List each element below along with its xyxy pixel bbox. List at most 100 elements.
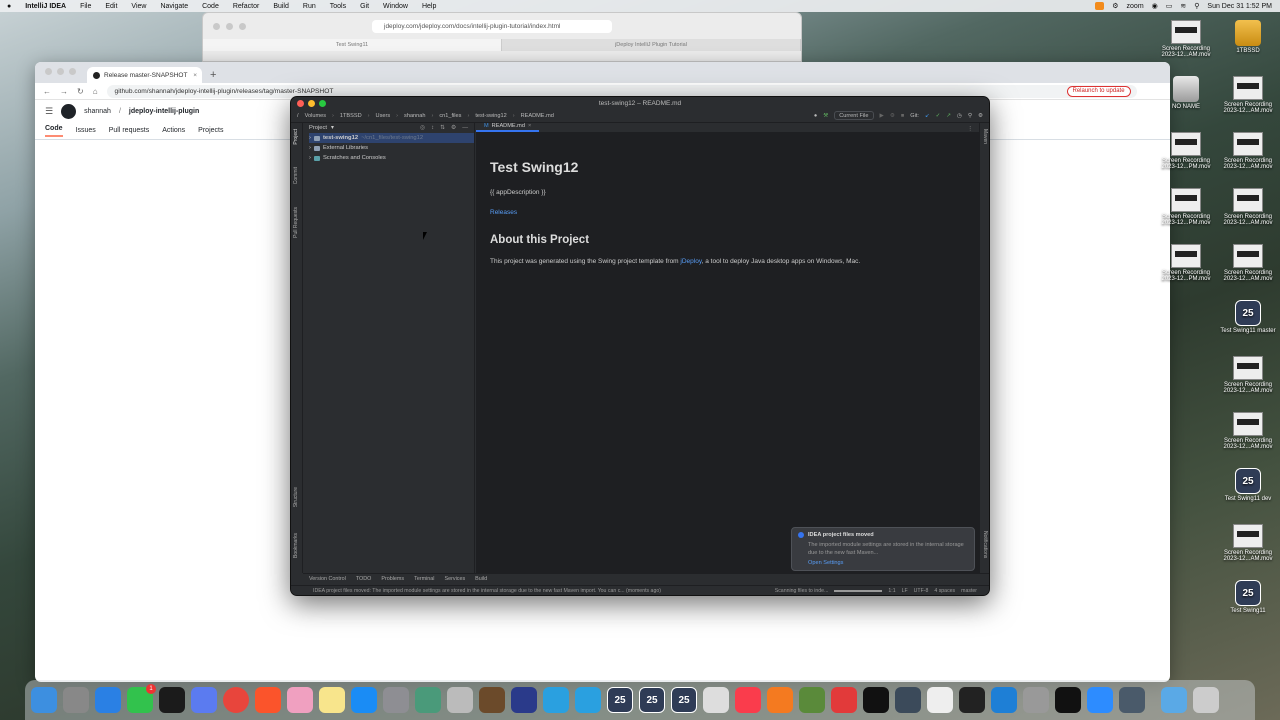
desktop-item[interactable]: Screen Recording 2023-12...AM.mov: [1216, 132, 1280, 170]
app-store-icon[interactable]: [351, 687, 377, 713]
breadcrumb-root[interactable]: /: [297, 113, 299, 119]
desktop-item[interactable]: Screen Recording 2023-12...AM.mov: [1154, 20, 1218, 58]
menu-tools[interactable]: Tools: [323, 3, 353, 10]
line-separator[interactable]: LF: [902, 588, 908, 594]
back-icon[interactable]: ←: [43, 87, 51, 96]
zoom-icon[interactable]: [1087, 687, 1113, 713]
chrome-tab[interactable]: Release master-SNAPSHOT ×: [87, 67, 202, 83]
calendar-app-icon[interactable]: 25: [607, 687, 633, 713]
tree-item-scratches[interactable]: › Scratches and Consoles: [309, 153, 474, 163]
editor-tab-readme[interactable]: M README.md ×: [476, 122, 540, 132]
desktop-item[interactable]: 25 Test Swing11 dev: [1216, 468, 1280, 502]
signal-icon[interactable]: [191, 687, 217, 713]
collapse-all-icon[interactable]: ⇅: [440, 125, 445, 131]
home-icon[interactable]: ⌂: [93, 87, 98, 96]
app-icon[interactable]: [959, 687, 985, 713]
app-icon[interactable]: [479, 687, 505, 713]
app-icon[interactable]: [415, 687, 441, 713]
app-icon[interactable]: [511, 687, 537, 713]
breadcrumb-1tbssd[interactable]: 1TBSSD: [340, 113, 362, 119]
tool-bookmarks[interactable]: Bookmarks: [293, 533, 299, 558]
app-icon[interactable]: [1119, 687, 1145, 713]
gh-owner-link[interactable]: shannah: [84, 108, 111, 115]
safari-tab-2[interactable]: jDeploy IntelliJ Plugin Tutorial: [502, 39, 801, 51]
music-icon[interactable]: [735, 687, 761, 713]
run-config-select[interactable]: Current File: [834, 111, 874, 120]
chrome-icon[interactable]: [223, 687, 249, 713]
desktop-item[interactable]: 25 Test Swing11: [1216, 580, 1280, 614]
safari-tab-1[interactable]: Test Swing11: [203, 39, 502, 51]
menu-code[interactable]: Code: [195, 3, 226, 10]
more-icon[interactable]: ⋮: [959, 126, 981, 132]
desktop-item[interactable]: Screen Recording 2023-12...PM.mov: [1154, 188, 1218, 226]
wifi-icon[interactable]: ≋: [1180, 2, 1186, 10]
safari-icon[interactable]: [95, 687, 121, 713]
zoom-status[interactable]: zoom: [1127, 3, 1144, 10]
open-settings-link[interactable]: Open Settings: [808, 560, 968, 566]
app-icon[interactable]: [831, 687, 857, 713]
git-update-icon[interactable]: ↙: [925, 113, 930, 119]
textedit-icon[interactable]: [927, 687, 953, 713]
brave-icon[interactable]: [255, 687, 281, 713]
stop-icon[interactable]: ■: [901, 113, 904, 119]
file-encoding[interactable]: UTF-8: [914, 588, 929, 594]
app-icon[interactable]: [895, 687, 921, 713]
breadcrumb-file[interactable]: README.md: [521, 113, 554, 119]
search-icon[interactable]: ⚲: [1194, 2, 1199, 10]
system-settings-icon[interactable]: [383, 687, 409, 713]
app-icon[interactable]: [1023, 687, 1049, 713]
gh-tab-pull-requests[interactable]: Pull requests: [109, 127, 149, 134]
breadcrumb-shannah[interactable]: shannah: [404, 113, 425, 119]
new-tab-button[interactable]: +: [210, 67, 216, 83]
locate-icon[interactable]: ◎: [420, 125, 425, 131]
tool-services[interactable]: Services: [445, 576, 466, 582]
tool-pull-requests[interactable]: Pull Requests: [293, 207, 299, 238]
status-app-icon[interactable]: [1095, 2, 1105, 10]
safari-address-bar[interactable]: jdeploy.com/jdeploy.com/docs/intellij-pl…: [372, 19, 612, 33]
tool-version-control[interactable]: Version Control: [309, 576, 346, 582]
app-icon[interactable]: [799, 687, 825, 713]
git-push-icon[interactable]: ↗: [946, 113, 951, 119]
gh-tab-actions[interactable]: Actions: [162, 127, 185, 134]
menu-run[interactable]: Run: [296, 3, 323, 10]
finder-icon[interactable]: [31, 687, 57, 713]
menu-edit[interactable]: Edit: [98, 3, 124, 10]
settings-icon[interactable]: ⚙: [978, 113, 983, 119]
terminal-icon[interactable]: [863, 687, 889, 713]
app-icon[interactable]: [543, 687, 569, 713]
reload-icon[interactable]: ↻: [77, 87, 84, 96]
run-icon[interactable]: ▶: [880, 113, 884, 119]
chevron-down-icon[interactable]: ▾: [331, 125, 334, 131]
messages-icon[interactable]: 1: [127, 684, 156, 713]
desktop-item[interactable]: Screen Recording 2023-12...PM.mov: [1154, 132, 1218, 170]
gh-tab-issues[interactable]: Issues: [76, 127, 96, 134]
app-icon[interactable]: [575, 687, 601, 713]
menu-file[interactable]: File: [73, 3, 98, 10]
desktop-item[interactable]: 25 Test Swing11 master: [1216, 300, 1280, 334]
user-icon[interactable]: ●: [814, 113, 817, 119]
options-icon[interactable]: ⚙: [451, 125, 456, 131]
control-center-icon[interactable]: ◉: [1152, 2, 1158, 10]
clock[interactable]: Sun Dec 31 1:52 PM: [1207, 3, 1272, 10]
gh-tab-projects[interactable]: Projects: [198, 127, 223, 134]
calendar-app-icon[interactable]: 25: [671, 687, 697, 713]
breadcrumb-volumes[interactable]: Volumes: [305, 113, 326, 119]
hamburger-icon[interactable]: ☰: [45, 106, 53, 117]
launchpad-icon[interactable]: [63, 687, 89, 713]
git-commit-icon[interactable]: ✓: [936, 113, 941, 119]
notification-balloon[interactable]: IDEA project files moved The imported mo…: [791, 527, 975, 571]
text-app-icon[interactable]: [703, 687, 729, 713]
hide-icon[interactable]: —: [462, 125, 468, 131]
hammer-icon[interactable]: ⚒: [823, 113, 828, 119]
minimize-window-button[interactable]: [308, 100, 315, 107]
desktop-item[interactable]: Screen Recording 2023-12...AM.mov: [1216, 356, 1280, 394]
tool-maven[interactable]: Maven: [982, 129, 988, 144]
menu-view[interactable]: View: [124, 3, 153, 10]
desktop-item[interactable]: Screen Recording 2023-12...PM.mov: [1154, 244, 1218, 282]
search-everywhere-icon[interactable]: ⚲: [968, 113, 972, 119]
project-view-label[interactable]: Project: [309, 125, 327, 131]
vscode-icon[interactable]: [991, 687, 1017, 713]
history-icon[interactable]: ◷: [957, 113, 962, 119]
app-icon[interactable]: [447, 687, 473, 713]
menu-navigate[interactable]: Navigate: [153, 3, 195, 10]
